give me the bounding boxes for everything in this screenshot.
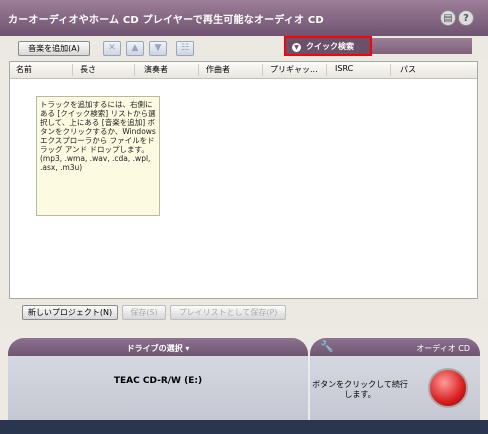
add-tracks-hint: トラックを追加するには、右側にある [クイック検索] リストから選択して、上にあ…: [36, 96, 160, 216]
drive-name: TEAC CD-R/W (E:): [113, 376, 203, 386]
wrench-icon[interactable]: 🔧: [320, 340, 334, 353]
column-divider[interactable]: [72, 64, 73, 76]
drive-panel: ドライブの選択 ▾ TEAC CD-R/W (E:): [8, 338, 308, 420]
add-music-button[interactable]: 音楽を追加(A): [18, 41, 90, 56]
hint-text: トラックを追加するには、右側にある [クイック検索] リストから選択して、上にあ…: [40, 100, 156, 172]
column-divider[interactable]: [198, 64, 199, 76]
move-up-icon[interactable]: ▲: [126, 41, 144, 56]
column-divider[interactable]: [390, 64, 391, 76]
column-divider[interactable]: [134, 64, 135, 76]
column-header-pregap[interactable]: プリギャッ...: [270, 64, 318, 75]
quick-search-bar: [372, 38, 472, 54]
save-as-playlist-button[interactable]: プレイリストとして保存(P): [170, 305, 286, 320]
move-down-icon[interactable]: ▼: [149, 41, 167, 56]
burn-panel-header: 🔧 オーディオ CD: [310, 338, 480, 356]
chevron-down-icon: ▾: [185, 344, 190, 353]
column-header-artist[interactable]: 演奏者: [144, 64, 168, 75]
properties-icon[interactable]: ☷: [176, 41, 194, 56]
column-divider[interactable]: [326, 64, 327, 76]
column-header-length[interactable]: 長さ: [80, 64, 96, 75]
column-header-composer[interactable]: 作曲者: [206, 64, 230, 75]
quick-search-button[interactable]: ▼ クイック検索: [284, 36, 372, 56]
pin-icon[interactable]: ▤: [440, 10, 456, 26]
window-title: カーオーディオやホーム CD プレイヤーで再生可能なオーディオ CD: [8, 15, 324, 26]
burn-instruction: ボタンをクリックして続行します。: [312, 380, 408, 399]
start-burn-button[interactable]: [428, 368, 468, 408]
app-window: カーオーディオやホーム CD プレイヤーで再生可能なオーディオ CD ▤ ? 音…: [0, 0, 488, 434]
column-header-name[interactable]: 名前: [16, 64, 32, 75]
column-divider[interactable]: [262, 64, 263, 76]
quick-search-label: クイック検索: [306, 42, 354, 51]
column-header-path[interactable]: パス: [400, 64, 416, 75]
burn-panel: 🔧 オーディオ CD ボタンをクリックして続行します。: [310, 338, 480, 420]
list-header: 名前 長さ 演奏者 作曲者 プリギャッ... ISRC パス: [10, 62, 477, 79]
remove-icon[interactable]: ✕: [103, 41, 121, 56]
title-bar: カーオーディオやホーム CD プレイヤーで再生可能なオーディオ CD ▤ ?: [0, 0, 488, 36]
window-footer: [0, 420, 488, 434]
track-list[interactable]: 名前 長さ 演奏者 作曲者 プリギャッ... ISRC パス トラックを追加する…: [9, 61, 478, 299]
chevron-down-icon: ▼: [292, 43, 301, 52]
column-header-isrc[interactable]: ISRC: [335, 64, 353, 73]
burn-panel-title: オーディオ CD: [416, 344, 470, 353]
drive-select-label: ドライブの選択: [126, 344, 183, 353]
new-project-button[interactable]: 新しいプロジェクト(N): [22, 305, 118, 320]
drive-select-header[interactable]: ドライブの選択 ▾: [8, 338, 308, 356]
help-icon[interactable]: ?: [458, 10, 474, 26]
save-button[interactable]: 保存(S): [122, 305, 166, 320]
